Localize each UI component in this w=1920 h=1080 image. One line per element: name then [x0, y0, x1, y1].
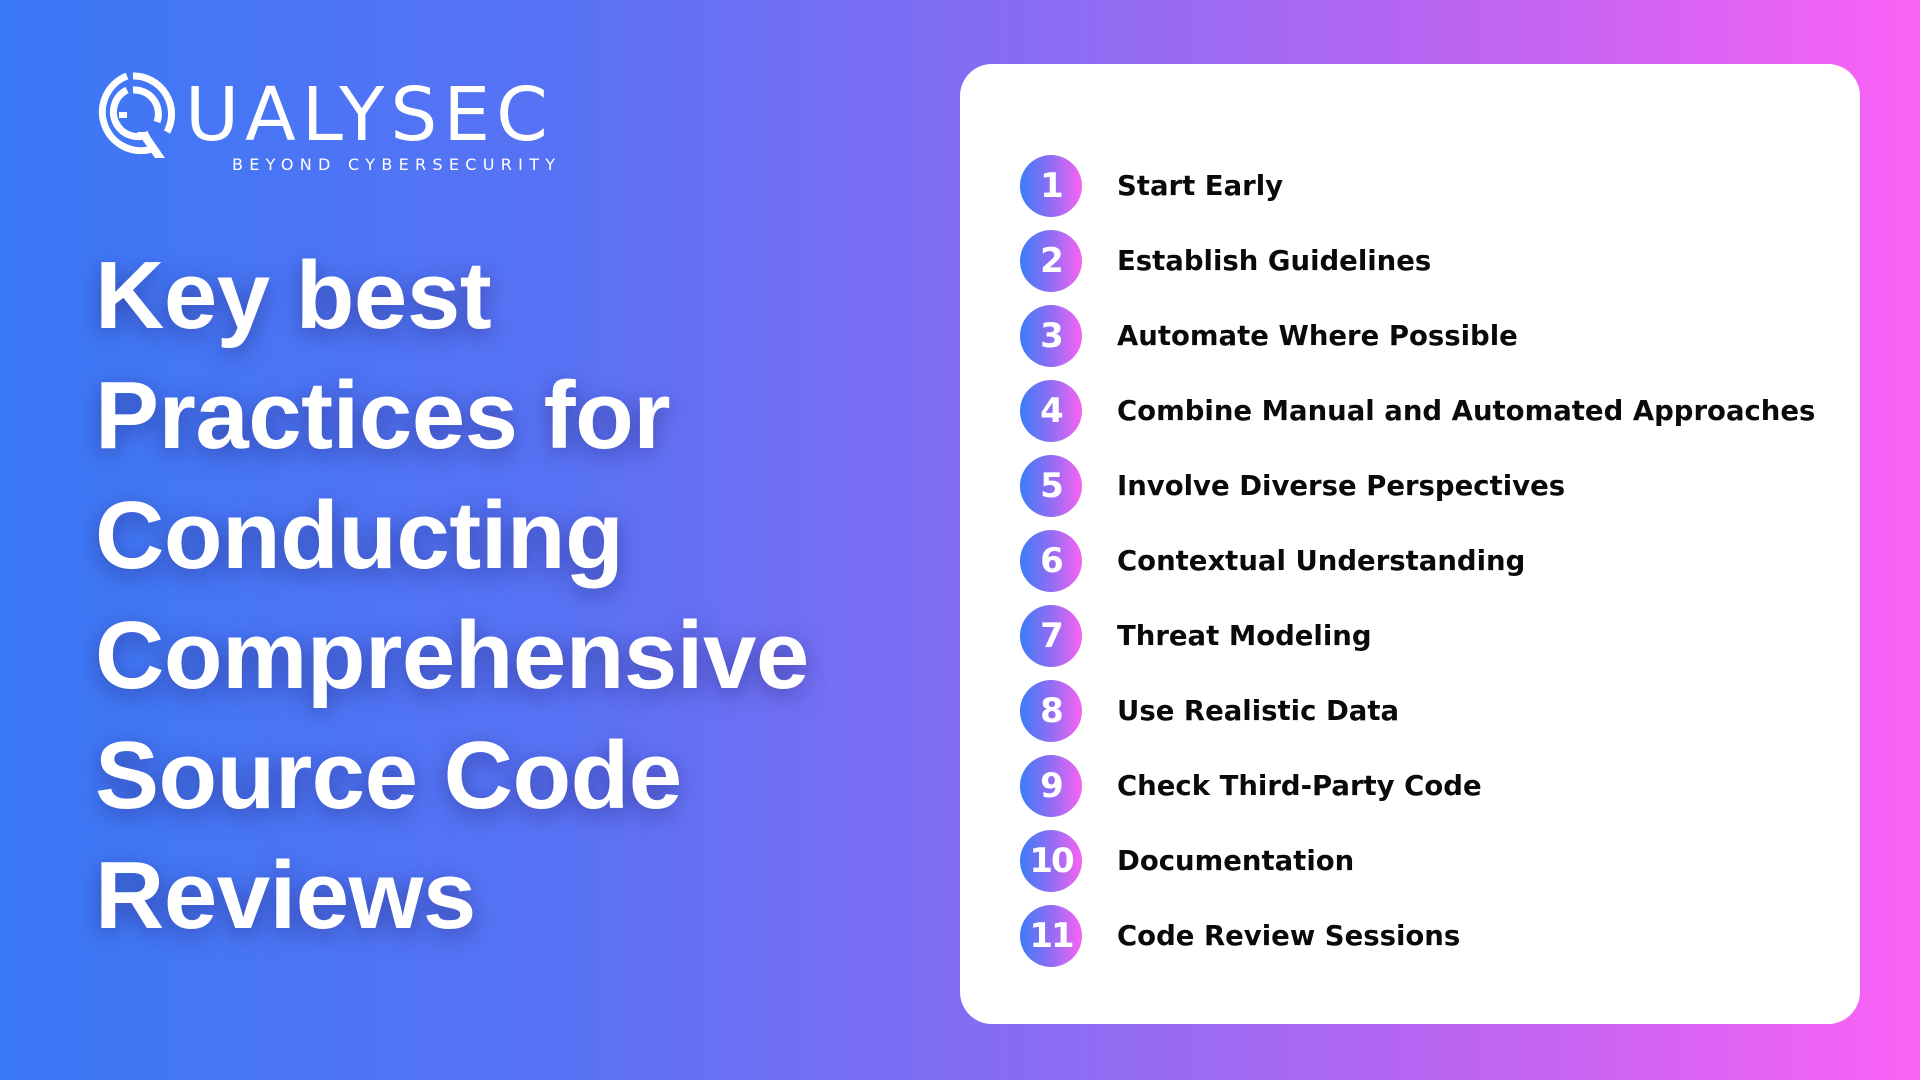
practice-label: Threat Modeling: [1117, 620, 1372, 652]
list-item: 7 Threat Modeling: [1020, 605, 1815, 667]
list-item: 5 Involve Diverse Perspectives: [1020, 455, 1815, 517]
practices-card: 1 Start Early 2 Establish Guidelines 3 A…: [960, 64, 1860, 1024]
list-item: 9 Check Third-Party Code: [1020, 755, 1815, 817]
qualysec-logo: UALYSEC BEYOND CYBERSECURITY: [97, 70, 587, 180]
list-item: 6 Contextual Understanding: [1020, 530, 1815, 592]
number-badge: 5: [1020, 455, 1082, 517]
practice-label: Involve Diverse Perspectives: [1117, 470, 1566, 502]
title-line: Reviews: [95, 842, 476, 949]
practice-label: Contextual Understanding: [1117, 545, 1526, 577]
number-badge: 7: [1020, 605, 1082, 667]
practice-label: Start Early: [1117, 170, 1284, 202]
practice-label: Check Third-Party Code: [1117, 770, 1482, 802]
list-item: 4 Combine Manual and Automated Approache…: [1020, 380, 1815, 442]
number-badge: 11: [1020, 905, 1082, 967]
practice-label: Documentation: [1117, 845, 1355, 877]
number-badge: 10: [1020, 830, 1082, 892]
page-title: Key best Practices for Conducting Compre…: [95, 236, 809, 956]
list-item: 1 Start Early: [1020, 155, 1815, 217]
practice-label: Use Realistic Data: [1117, 695, 1400, 727]
title-line: Comprehensive: [95, 602, 809, 709]
title-line: Source Code: [95, 722, 682, 829]
number-badge: 6: [1020, 530, 1082, 592]
list-item: 2 Establish Guidelines: [1020, 230, 1815, 292]
title-line: Key best: [95, 242, 492, 349]
logo-wordmark: UALYSEC: [97, 70, 554, 160]
practices-list: 1 Start Early 2 Establish Guidelines 3 A…: [1020, 155, 1815, 980]
list-item: 8 Use Realistic Data: [1020, 680, 1815, 742]
logo-text: UALYSEC: [185, 72, 554, 158]
number-badge: 4: [1020, 380, 1082, 442]
practice-label: Combine Manual and Automated Approaches: [1117, 395, 1816, 427]
q-shield-logo-icon: [98, 72, 176, 158]
title-line: Conducting: [95, 482, 624, 589]
number-badge: 3: [1020, 305, 1082, 367]
practice-label: Automate Where Possible: [1117, 320, 1518, 352]
number-badge: 8: [1020, 680, 1082, 742]
practice-label: Code Review Sessions: [1117, 920, 1461, 952]
list-item: 10 Documentation: [1020, 830, 1815, 892]
logo-tagline: BEYOND CYBERSECURITY: [232, 155, 562, 174]
number-badge: 9: [1020, 755, 1082, 817]
list-item: 11 Code Review Sessions: [1020, 905, 1815, 967]
number-badge: 2: [1020, 230, 1082, 292]
title-line: Practices for: [95, 362, 671, 469]
practice-label: Establish Guidelines: [1117, 245, 1432, 277]
number-badge: 1: [1020, 155, 1082, 217]
list-item: 3 Automate Where Possible: [1020, 305, 1815, 367]
